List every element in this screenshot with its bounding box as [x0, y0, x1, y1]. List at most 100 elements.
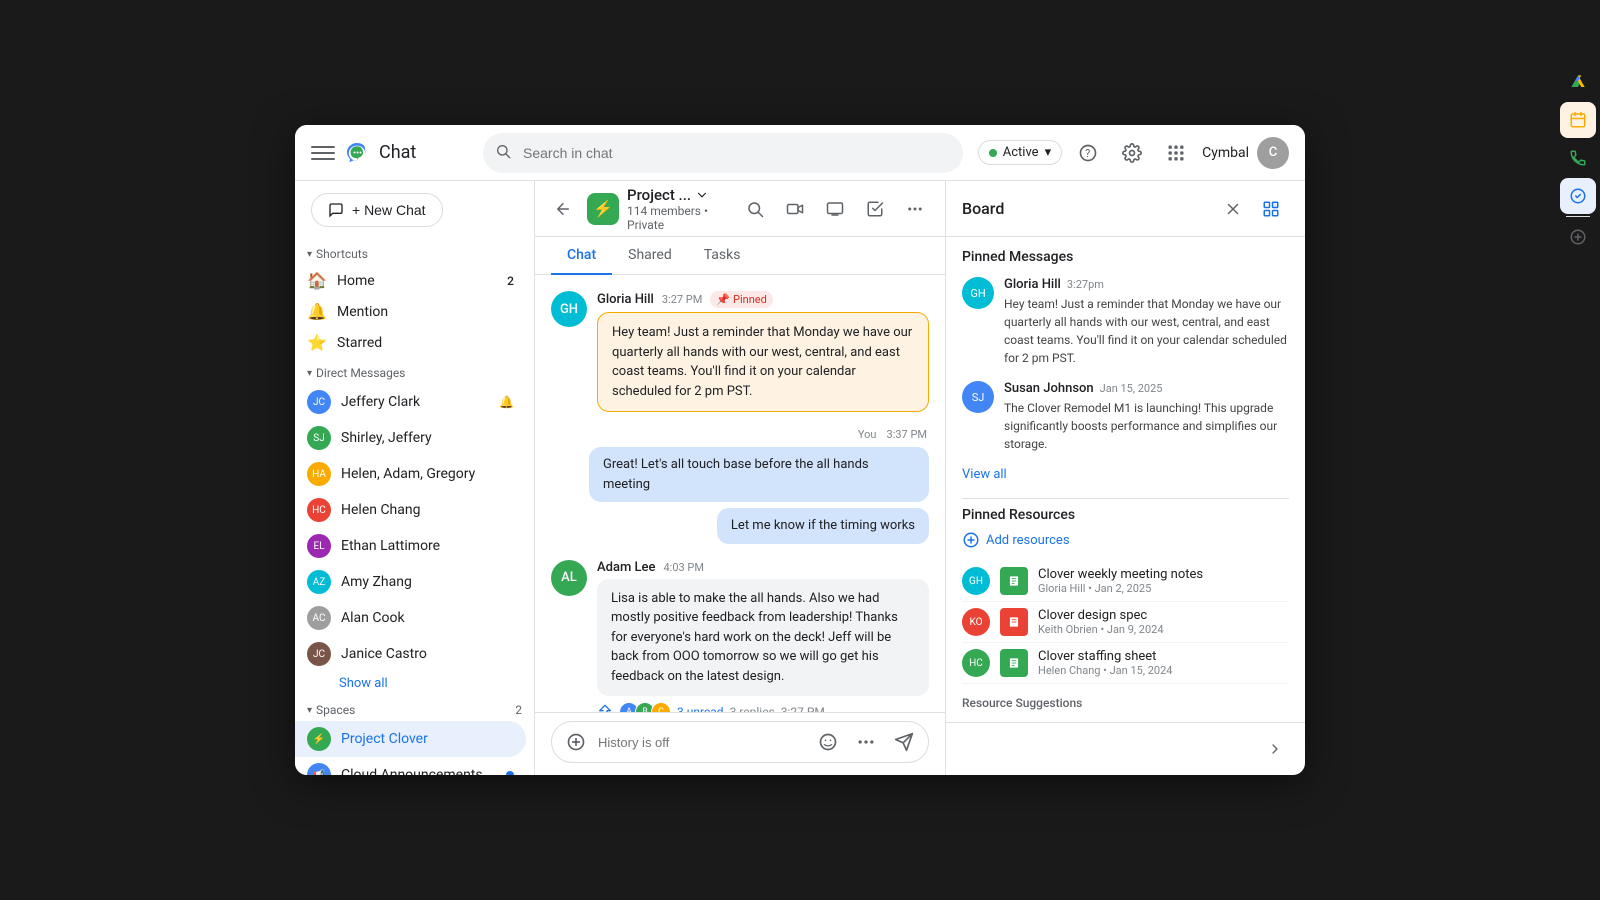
pinned-message-item-2: SJ Susan Johnson Jan 15, 2025 The Clover… — [962, 381, 1289, 453]
pinned-time-susan: Jan 15, 2025 — [1100, 382, 1163, 395]
resource-meta-1: Gloria Hill • Jan 2, 2025 — [1038, 582, 1289, 595]
user-area[interactable]: Cymbal C — [1202, 137, 1289, 169]
dm-item-amy[interactable]: AZ Amy Zhang — [295, 564, 526, 600]
screen-share-button[interactable] — [817, 191, 853, 227]
sidebar-item-starred[interactable]: ⭐ Starred — [295, 327, 526, 358]
video-button[interactable] — [777, 191, 813, 227]
more-options-button[interactable] — [897, 191, 933, 227]
chat-space-name[interactable]: Project ... — [627, 186, 729, 204]
top-bar-right: Active ▾ ? Cymbal C — [978, 135, 1289, 171]
dm-label-helen-adam: Helen, Adam, Gregory — [341, 466, 475, 482]
starred-icon: ⭐ — [307, 333, 327, 352]
dm-avatar-alan: AC — [307, 606, 331, 630]
message-input-bar — [551, 721, 929, 763]
search-bar — [483, 133, 963, 173]
tab-shared[interactable]: Shared — [612, 237, 688, 275]
pinned-resources-title: Pinned Resources — [962, 507, 1289, 523]
message-header-gloria: Gloria Hill 3:27 PM 📌 Pinned — [597, 291, 929, 308]
chat-space-meta: 114 members • Private — [627, 204, 729, 232]
direct-messages-label: Direct Messages — [316, 366, 405, 380]
pinned-header-gloria: Gloria Hill 3:27pm — [1004, 277, 1289, 292]
board-nav-next-button[interactable] — [1257, 731, 1293, 767]
message-bubble-self-1: Great! Let's all touch base before the a… — [589, 447, 929, 502]
resource-doc-icon-1 — [1000, 567, 1028, 595]
tasks-button[interactable] — [857, 191, 893, 227]
status-dot — [989, 149, 997, 157]
pin-icon: 📌 — [716, 293, 730, 306]
dm-avatar-helen-chang: HC — [307, 498, 331, 522]
pinned-text-susan: The Clover Remodel M1 is launching! This… — [1004, 399, 1289, 453]
dm-item-janice[interactable]: JC Janice Castro — [295, 636, 526, 672]
space-item-project-clover[interactable]: ⚡ Project Clover — [295, 721, 526, 757]
more-input-options-button[interactable] — [850, 726, 882, 758]
home-label: Home — [337, 273, 375, 289]
dm-item-jeffery-clark[interactable]: JC Jeffery Clark 🔔 — [295, 384, 526, 420]
shortcuts-section-header[interactable]: ▾ Shortcuts — [295, 239, 534, 265]
direct-messages-section-header[interactable]: ▾ Direct Messages — [295, 358, 534, 384]
sender-adam: Adam Lee — [597, 560, 655, 575]
app-title: Chat — [379, 142, 416, 163]
chat-messages: GH Gloria Hill 3:27 PM 📌 Pinned Hey team… — [535, 275, 945, 712]
settings-button[interactable] — [1114, 135, 1150, 171]
status-badge[interactable]: Active ▾ — [978, 140, 1062, 165]
send-button[interactable] — [888, 726, 920, 758]
board-title: Board — [962, 199, 1217, 218]
dm-item-shirley[interactable]: SJ Shirley, Jeffery — [295, 420, 526, 456]
message-row-gloria: GH Gloria Hill 3:27 PM 📌 Pinned Hey team… — [551, 291, 929, 412]
board-header: Board — [946, 181, 1305, 237]
sidebar-item-mention[interactable]: 🔔 Mention — [295, 296, 526, 327]
sidebar: + New Chat ▾ Shortcuts 🏠 Home 2 🔔 Mentio… — [295, 181, 535, 775]
resource-avatar-3: HC — [962, 649, 990, 677]
show-all-dm-link[interactable]: Show all — [295, 672, 534, 695]
dm-item-helen-chang[interactable]: HC Helen Chang — [295, 492, 526, 528]
unread-dot-cloud — [506, 771, 514, 775]
dm-label-shirley: Shirley, Jeffery — [341, 430, 432, 446]
avatar-gloria: GH — [551, 291, 587, 327]
board-close-button[interactable] — [1217, 193, 1249, 225]
search-input[interactable] — [483, 133, 963, 173]
board-bottom-nav — [946, 722, 1305, 775]
dm-label-jeffery: Jeffery Clark — [341, 394, 420, 410]
resource-item-1: GH Clover weekly meeting notes Gloria Hi… — [962, 561, 1289, 602]
space-avatar-project-clover: ⚡ — [307, 727, 331, 751]
add-resources-icon — [962, 531, 980, 549]
space-logo-icon: ⚡ — [587, 193, 619, 225]
dm-item-ethan[interactable]: EL Ethan Lattimore — [295, 528, 526, 564]
board-expand-icon[interactable] — [1253, 191, 1289, 227]
pinned-avatar-susan: SJ — [962, 381, 994, 413]
add-attachment-button[interactable] — [560, 726, 592, 758]
message-input[interactable] — [598, 735, 806, 750]
pinned-text-gloria: Hey team! Just a reminder that Monday we… — [1004, 295, 1289, 367]
replies-time: 3:27 PM — [781, 705, 825, 712]
reply-avatar-3: C — [651, 702, 671, 712]
pinned-header-susan: Susan Johnson Jan 15, 2025 — [1004, 381, 1289, 396]
space-item-cloud-announcements[interactable]: 📢 Cloud Announcements — [295, 757, 526, 775]
view-all-link[interactable]: View all — [962, 467, 1289, 482]
chat-header-actions — [737, 191, 933, 227]
replies-num: 3 replies — [730, 705, 775, 712]
dm-item-helen-adam[interactable]: HA Helen, Adam, Gregory — [295, 456, 526, 492]
dm-item-alan[interactable]: AC Alan Cook — [295, 600, 526, 636]
resource-meta-2: Keith Obrien • Jan 9, 2024 — [1038, 623, 1289, 636]
shortcuts-label: Shortcuts — [316, 247, 368, 261]
resource-avatar-1: GH — [962, 567, 990, 595]
tab-chat[interactable]: Chat — [551, 237, 612, 275]
search-chat-button[interactable] — [737, 191, 773, 227]
message-content-gloria: Gloria Hill 3:27 PM 📌 Pinned Hey team! J… — [597, 291, 929, 412]
new-chat-button[interactable]: + New Chat — [311, 193, 443, 227]
hamburger-menu-icon[interactable] — [311, 141, 335, 165]
shortcuts-chevron-icon: ▾ — [307, 249, 312, 260]
back-button[interactable] — [547, 193, 579, 225]
dm-label-alan: Alan Cook — [341, 610, 405, 626]
spaces-section-header[interactable]: ▾ Spaces 2 — [295, 695, 534, 721]
sidebar-item-home[interactable]: 🏠 Home 2 — [295, 265, 526, 296]
help-button[interactable]: ? — [1070, 135, 1106, 171]
apps-button[interactable] — [1158, 135, 1194, 171]
dm-label-ethan: Ethan Lattimore — [341, 538, 440, 554]
replies-bar[interactable]: A B C 3 unread 3 replies 3:27 PM — [597, 702, 929, 712]
resource-item-3: HC Clover staffing sheet Helen Chang • J… — [962, 643, 1289, 684]
divider-1 — [962, 498, 1289, 499]
add-resources-button[interactable]: Add resources — [962, 531, 1289, 549]
tab-tasks[interactable]: Tasks — [688, 237, 757, 275]
emoji-button[interactable] — [812, 726, 844, 758]
